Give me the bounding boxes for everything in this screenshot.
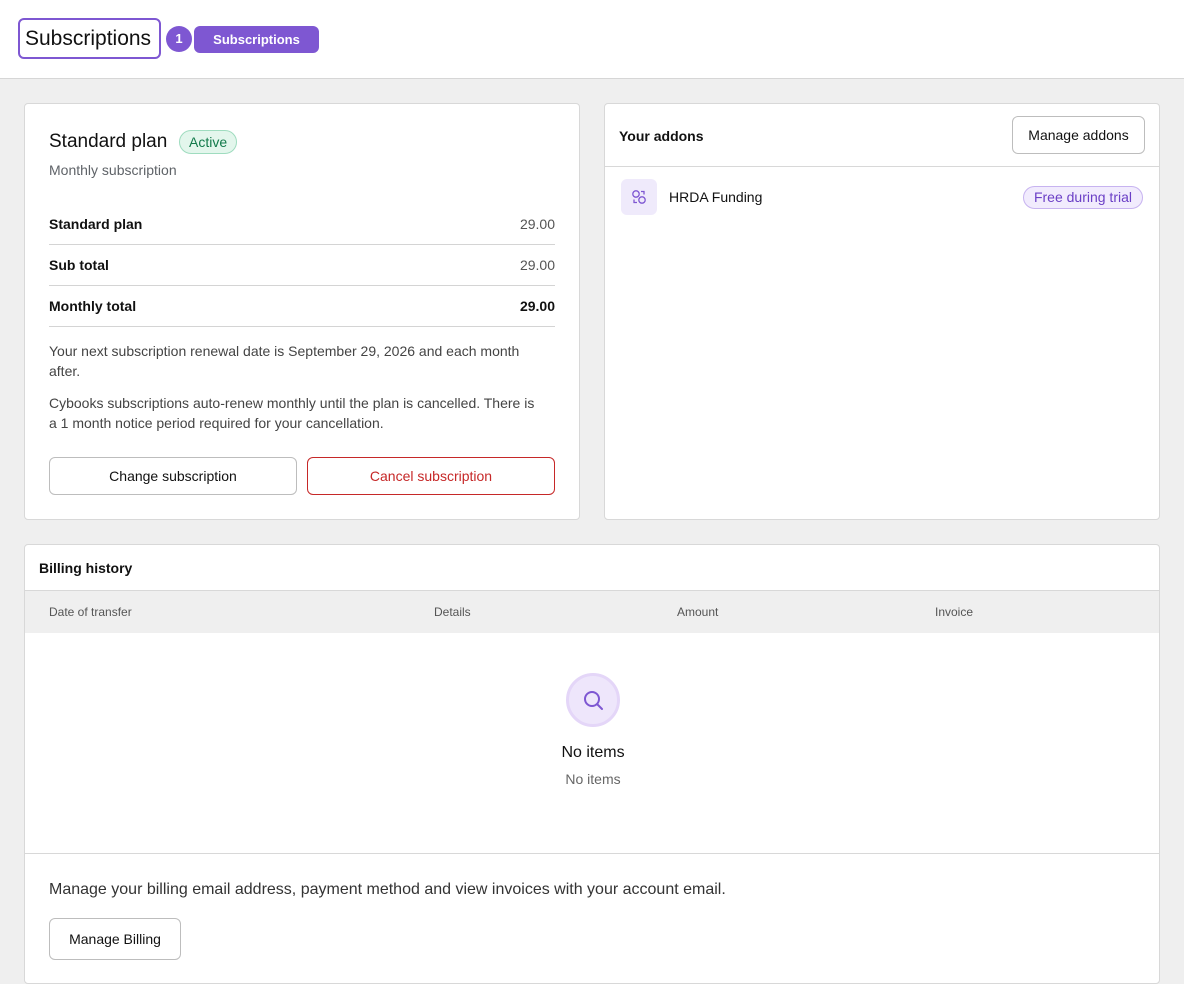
- change-subscription-button[interactable]: Change subscription: [49, 457, 297, 495]
- line-value: 29.00: [519, 216, 555, 232]
- column-header-invoice: Invoice: [935, 605, 974, 619]
- status-badge: Active: [179, 130, 238, 154]
- plan-card: Standard plan Active Monthly subscriptio…: [24, 103, 580, 520]
- cancel-subscription-button[interactable]: Cancel subscription: [307, 457, 555, 495]
- empty-state-title: No items: [561, 744, 625, 761]
- page-title[interactable]: Subscriptions: [18, 18, 161, 59]
- addons-header: Your addons Manage addons: [605, 104, 1159, 167]
- line-label: Standard plan: [49, 216, 143, 232]
- line-value: 29.00: [519, 257, 555, 273]
- cancellation-note: Cybooks subscriptions auto-renew monthly…: [49, 395, 535, 431]
- renewal-note: Your next subscription renewal date is S…: [49, 343, 520, 379]
- manage-addons-button[interactable]: Manage addons: [1012, 116, 1145, 154]
- line-item-subtotal: Sub total 29.00: [49, 245, 555, 286]
- addons-card: Your addons Manage addons HRDA Funding F…: [604, 103, 1160, 520]
- manage-billing-button[interactable]: Manage Billing: [49, 918, 181, 960]
- top-bar: Subscriptions 1 Subscriptions: [0, 0, 1184, 79]
- empty-state-subtitle: No items: [565, 771, 621, 787]
- subscriptions-tag: Subscriptions: [194, 26, 319, 53]
- column-header-details: Details: [434, 605, 471, 619]
- line-label: Monthly total: [49, 298, 137, 314]
- divider: [25, 853, 1159, 854]
- column-header-amount: Amount: [677, 605, 719, 619]
- addon-name: HRDA Funding: [669, 189, 763, 205]
- count-badge: 1: [166, 26, 192, 52]
- plan-name: Standard plan: [49, 131, 168, 152]
- line-value: 29.00: [519, 298, 555, 314]
- column-header-date: Date of transfer: [49, 605, 132, 619]
- search-icon: [584, 691, 603, 710]
- line-item-total: Monthly total 29.00: [49, 286, 555, 327]
- line-item-plan: Standard plan 29.00: [49, 204, 555, 245]
- empty-state-icon: [566, 673, 620, 727]
- billing-history-header: Billing history: [25, 545, 1159, 591]
- funding-icon: [621, 179, 657, 215]
- addons-title: Your addons: [619, 128, 704, 144]
- billing-note: Manage your billing email address, payme…: [49, 881, 726, 898]
- billing-history-card: Billing history Date of transfer Details…: [24, 544, 1160, 984]
- table-header: Date of transfer Details Amount Invoice: [25, 591, 1159, 633]
- plan-frequency: Monthly subscription: [49, 162, 177, 178]
- line-label: Sub total: [49, 257, 109, 273]
- billing-history-title: Billing history: [39, 560, 133, 576]
- addon-item[interactable]: HRDA Funding Free during trial: [605, 167, 1159, 227]
- trial-badge: Free during trial: [1022, 186, 1143, 209]
